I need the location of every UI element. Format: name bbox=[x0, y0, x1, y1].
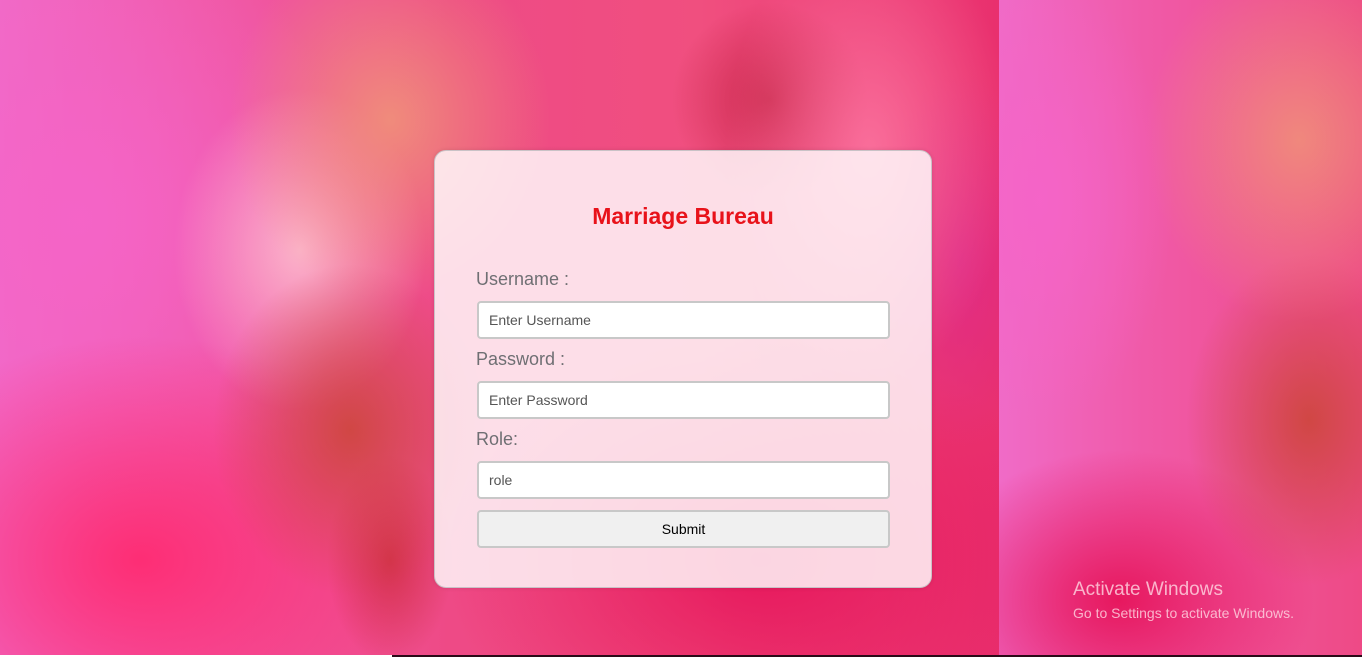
login-form: Marriage Bureau Username : Password : Ro… bbox=[434, 150, 932, 588]
watermark-title: Activate Windows bbox=[1073, 579, 1223, 600]
role-input[interactable] bbox=[477, 461, 890, 499]
password-label: Password : bbox=[476, 349, 566, 369]
page-title: Marriage Bureau bbox=[592, 203, 774, 229]
watermark-subtitle: Go to Settings to activate Windows. bbox=[1073, 605, 1294, 621]
windows-activation-watermark: Activate Windows Go to Settings to activ… bbox=[1073, 579, 1294, 623]
submit-button[interactable]: Submit bbox=[477, 510, 890, 548]
username-label: Username : bbox=[476, 269, 570, 289]
password-input[interactable] bbox=[477, 381, 890, 419]
background-photo-repeat bbox=[999, 0, 1362, 657]
page-background: Marriage Bureau Username : Password : Ro… bbox=[0, 0, 1362, 657]
role-label: Role: bbox=[476, 429, 519, 449]
username-input[interactable] bbox=[477, 301, 890, 339]
